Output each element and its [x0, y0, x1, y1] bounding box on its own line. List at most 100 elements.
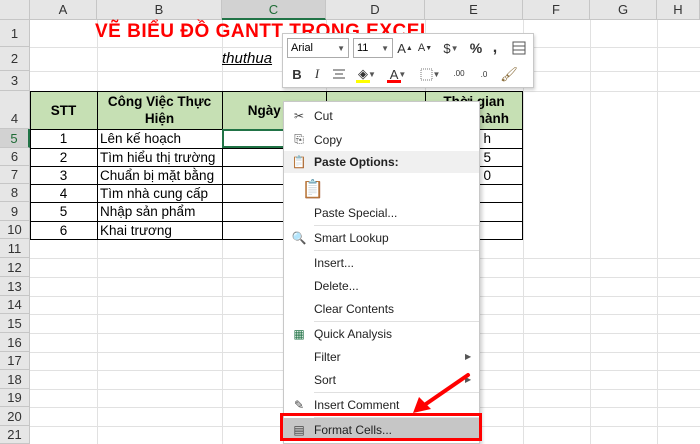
row-header-11[interactable]: 11	[0, 239, 30, 258]
paste-options-header: 📋 Paste Options:	[284, 151, 479, 173]
menu-item-delete[interactable]: Delete...	[284, 274, 479, 297]
borders-button[interactable]: ▼	[416, 64, 444, 84]
cell-stt[interactable]: 3	[30, 166, 97, 184]
menu-item-label: Filter	[314, 349, 341, 364]
menu-item-smart-lookup[interactable]: 🔍 Smart Lookup	[284, 226, 479, 249]
mini-toolbar: Arial ▼ 11 ▼ A ▲ A ▼ $ ▼ % , B I ◈ ▼ A ▼ ▼ .0…	[282, 33, 534, 88]
percent-style-button[interactable]: %	[467, 39, 485, 57]
row-header-1[interactable]: 1	[0, 20, 30, 47]
decrease-font-size-button[interactable]: A ▼	[416, 39, 434, 57]
row-header-8[interactable]: 8	[0, 184, 30, 202]
font-name-value: Arial	[291, 42, 314, 54]
row-header-9[interactable]: 9	[0, 202, 30, 221]
table-format-icon	[512, 41, 526, 55]
cell-task[interactable]: Lên kế hoạch	[97, 129, 222, 148]
menu-item-filter[interactable]: Filter ▶	[284, 345, 479, 368]
column-header-c[interactable]: C	[222, 0, 326, 20]
submenu-arrow-icon: ▶	[465, 352, 472, 361]
header-task[interactable]: Công Việc Thực Hiện	[97, 91, 222, 129]
quick-analysis-icon: ▦	[293, 326, 305, 341]
row-header-5[interactable]: 5	[0, 129, 30, 148]
row-header-19[interactable]: 19	[0, 389, 30, 407]
menu-item-copy[interactable]: ⎘ Copy	[284, 128, 479, 151]
cell-stt[interactable]: 6	[30, 221, 97, 239]
column-header-g[interactable]: G	[590, 0, 657, 20]
font-color-button[interactable]: A ▼	[384, 64, 412, 84]
row-header-21[interactable]: 21	[0, 426, 30, 444]
menu-item-cut[interactable]: ✂ Cut	[284, 104, 479, 127]
row-header-4[interactable]: 4	[0, 91, 30, 129]
italic-button[interactable]: I	[308, 64, 326, 84]
row-header-2[interactable]: 2	[0, 47, 30, 71]
font-size-select[interactable]: 11 ▼	[353, 38, 393, 58]
column-header-e[interactable]: E	[425, 0, 523, 20]
paintbrush-icon: 🖌	[500, 65, 518, 82]
row-header-14[interactable]: 14	[0, 296, 30, 314]
menu-item-label: Clear Contents	[314, 301, 395, 316]
increase-font-size-button[interactable]: A ▲	[396, 39, 414, 57]
row-header-6[interactable]: 6	[0, 148, 30, 166]
column-header-b[interactable]: B	[97, 0, 222, 20]
chevron-down-icon: ▼	[368, 69, 376, 79]
currency-icon: $	[443, 40, 451, 56]
menu-item-insert[interactable]: Insert...	[284, 251, 479, 274]
font-name-select[interactable]: Arial ▼	[287, 38, 349, 58]
table-border	[222, 91, 223, 239]
table-border	[30, 91, 523, 92]
row-header-18[interactable]: 18	[0, 370, 30, 389]
cell-stt[interactable]: 2	[30, 148, 97, 166]
scissors-icon: ✂	[293, 108, 305, 123]
copy-icon: ⎘	[294, 132, 304, 146]
cell-task[interactable]: Tìm hiểu thị trường	[97, 148, 222, 166]
chevron-down-icon: ▼	[450, 43, 459, 53]
decrease-decimal-button[interactable]: .0	[473, 64, 495, 84]
row-header-7[interactable]: 7	[0, 166, 30, 184]
paste-option-button[interactable]: 📋	[284, 174, 479, 204]
gridline	[657, 20, 658, 444]
row-header-3[interactable]: 3	[0, 71, 30, 91]
select-all-corner[interactable]	[0, 0, 30, 20]
comment-icon: ✎	[293, 397, 305, 412]
smart-lookup-icon: 🔍	[291, 230, 307, 245]
font-color-swatch	[387, 80, 401, 83]
menu-item-label: Cut	[314, 108, 333, 123]
column-header-d[interactable]: D	[326, 0, 425, 20]
column-header-f[interactable]: F	[523, 0, 590, 20]
bold-button[interactable]: B	[288, 64, 306, 84]
align-center-button[interactable]	[329, 64, 349, 84]
format-painter-button[interactable]: 🖌	[499, 64, 519, 84]
menu-item-paste-special[interactable]: Paste Special...	[284, 201, 479, 224]
fill-color-swatch	[356, 80, 370, 83]
header-stt[interactable]: STT	[30, 91, 97, 129]
row-header-10[interactable]: 10	[0, 221, 30, 239]
comma-style-button[interactable]: ,	[487, 39, 503, 57]
cell-task[interactable]: Chuẩn bị mặt bằng	[97, 166, 222, 184]
accounting-format-button[interactable]: $ ▼	[439, 39, 463, 57]
cell-stt[interactable]: 5	[30, 202, 97, 221]
table-border	[522, 91, 523, 239]
menu-item-label: Paste Special...	[314, 205, 398, 220]
fill-color-button[interactable]: ◈ ▼	[353, 64, 381, 84]
row-header-13[interactable]: 13	[0, 277, 30, 296]
row-header-16[interactable]: 16	[0, 333, 30, 352]
column-header-h[interactable]: H	[657, 0, 700, 20]
row-header-12[interactable]: 12	[0, 258, 30, 277]
column-header-a[interactable]: A	[30, 0, 97, 20]
menu-item-quick-analysis[interactable]: ▦ Quick Analysis	[284, 322, 479, 345]
format-cells-highlight-box	[280, 413, 482, 441]
increase-decimal-button[interactable]: .00	[448, 64, 470, 84]
cell-task[interactable]: Nhập sản phẩm	[97, 202, 222, 221]
chevron-down-icon: ▼	[337, 43, 345, 53]
row-header-15[interactable]: 15	[0, 314, 30, 333]
cell-stt[interactable]: 4	[30, 184, 97, 202]
menu-item-label: Smart Lookup	[314, 230, 389, 245]
row-header-17[interactable]: 17	[0, 352, 30, 370]
menu-item-clear-contents[interactable]: Clear Contents	[284, 297, 479, 320]
clipboard-icon: 📋	[291, 155, 307, 169]
shrink-font-icon: A	[417, 42, 426, 54]
cell-stt[interactable]: 1	[30, 129, 97, 148]
cell-task[interactable]: Tìm nhà cung cấp	[97, 184, 222, 202]
cell-task[interactable]: Khai trương	[97, 221, 222, 239]
format-table-button[interactable]	[509, 39, 529, 57]
row-header-20[interactable]: 20	[0, 407, 30, 426]
